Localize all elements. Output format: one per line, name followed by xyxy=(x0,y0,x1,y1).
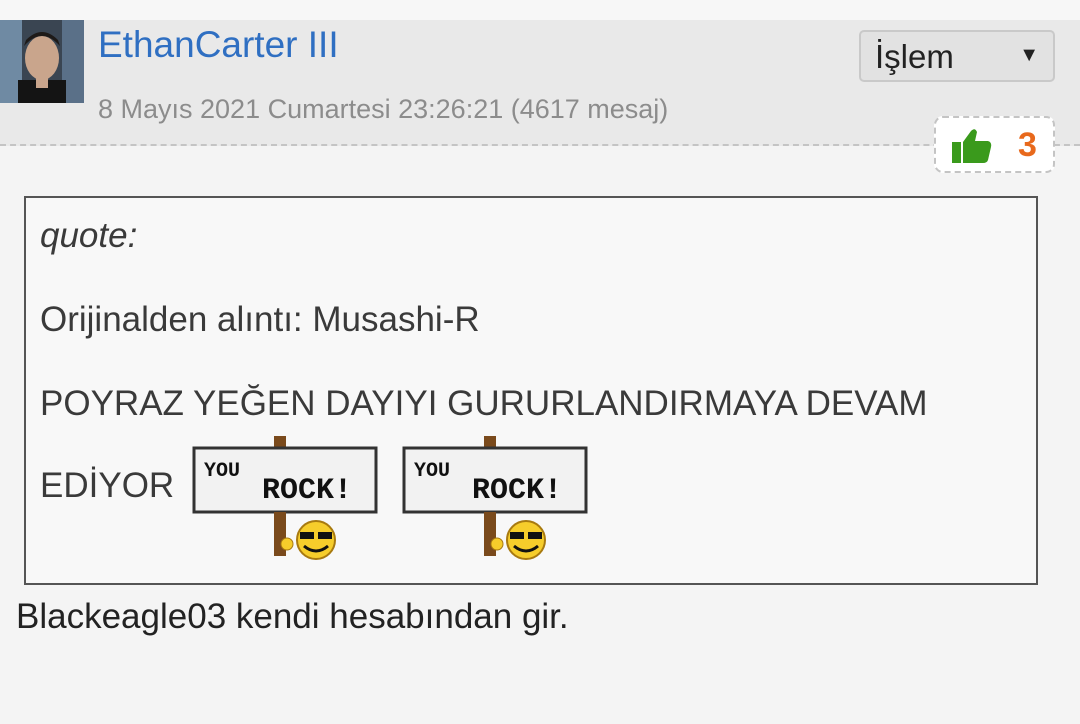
avatar[interactable] xyxy=(0,20,84,103)
smiley-sign-top: YOU xyxy=(414,460,450,483)
top-strip xyxy=(0,0,1080,20)
you-rock-smiley: YOU ROCK! xyxy=(192,436,378,565)
like-count: 3 xyxy=(1018,126,1037,164)
smiley-sign-main: ROCK! xyxy=(472,474,562,508)
smiley-sign-main: ROCK! xyxy=(262,474,352,508)
username-link[interactable]: EthanCarter III xyxy=(98,24,339,66)
chevron-down-icon: ▼ xyxy=(1019,44,1039,66)
post-header: EthanCarter III 8 Mayıs 2021 Cumartesi 2… xyxy=(0,20,1080,146)
action-dropdown-label: İşlem xyxy=(875,38,954,75)
post-meta: 8 Mayıs 2021 Cumartesi 23:26:21 (4617 me… xyxy=(98,94,669,124)
quote-source: Orijinalden alıntı: Musashi-R xyxy=(40,300,480,339)
reply-text: Blackeagle03 kendi hesabından gir. xyxy=(16,597,569,636)
action-dropdown[interactable]: İşlem ▼ xyxy=(859,30,1055,82)
quote-text-line2: EDİYOR xyxy=(40,466,175,505)
quote-block: quote: Orijinalden alıntı: Musashi-R POY… xyxy=(24,196,1038,585)
smiley-sign-top: YOU xyxy=(204,460,240,483)
quote-text-line1: POYRAZ YEĞEN DAYIYI GURURLANDIRMAYA DEVA… xyxy=(40,384,928,423)
quote-title: quote: xyxy=(40,216,138,255)
like-button[interactable]: 3 xyxy=(934,116,1055,173)
you-rock-smiley: YOU ROCK! xyxy=(402,436,588,565)
thumbs-up-icon xyxy=(950,127,994,170)
